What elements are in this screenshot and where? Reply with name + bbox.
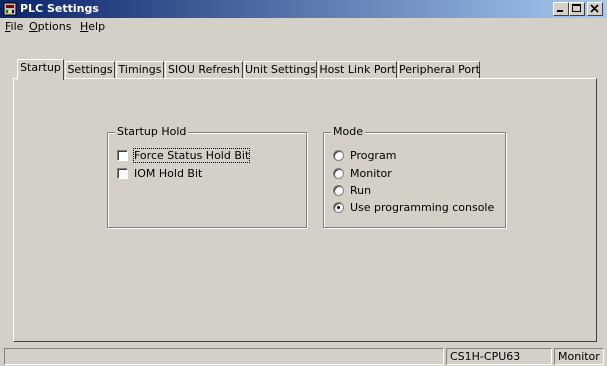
tab-settings[interactable]: Settings bbox=[65, 61, 115, 79]
menu-options-mnemonic: O bbox=[29, 20, 38, 33]
mode-use-programming-console-label: Use programming console bbox=[350, 201, 495, 214]
mode-run-radio[interactable]: Run bbox=[333, 184, 493, 197]
menu-help-label: elp bbox=[88, 20, 106, 33]
force-status-hold-bit-checkbox[interactable]: Force Status Hold Bit bbox=[117, 148, 257, 163]
mode-program-radio[interactable]: Program bbox=[333, 149, 493, 162]
close-icon bbox=[590, 4, 599, 13]
tab-startup[interactable]: Startup bbox=[17, 59, 64, 80]
status-cpu-type: CS1H-CPU63 bbox=[446, 348, 552, 365]
status-operating-mode: Monitor bbox=[554, 348, 604, 365]
tab-settings-label: Settings bbox=[67, 63, 113, 76]
tab-siou-refresh[interactable]: SIOU Refresh bbox=[165, 61, 243, 79]
radio-button-selected[interactable] bbox=[333, 202, 344, 213]
mode-run-label: Run bbox=[350, 184, 372, 197]
tab-host-link-port-label: Host Link Port bbox=[319, 63, 396, 76]
menu-file[interactable]: File bbox=[5, 20, 23, 33]
tab-startup-label: Startup bbox=[20, 61, 61, 74]
checkbox-box[interactable] bbox=[117, 150, 128, 161]
status-pane-empty bbox=[4, 348, 444, 365]
plc-app-icon[interactable] bbox=[3, 2, 17, 16]
tab-host-link-port[interactable]: Host Link Port bbox=[318, 61, 397, 79]
checkbox-box[interactable] bbox=[117, 168, 128, 179]
mode-use-programming-console-radio[interactable]: Use programming console bbox=[333, 201, 503, 214]
tab-peripheral-port[interactable]: Peripheral Port bbox=[398, 61, 480, 79]
menu-file-label: ile bbox=[10, 20, 24, 33]
mode-label: Mode bbox=[331, 125, 365, 138]
tab-unit-settings-label: Unit Settings bbox=[245, 63, 317, 76]
menu-bar: File Options Help bbox=[0, 18, 607, 36]
menu-options-label: ptions bbox=[37, 20, 72, 33]
minimize-icon bbox=[557, 10, 563, 12]
tab-siou-refresh-label: SIOU Refresh bbox=[168, 63, 240, 76]
maximize-icon bbox=[572, 4, 581, 12]
maximize-button[interactable] bbox=[569, 2, 585, 16]
iom-hold-bit-checkbox[interactable]: IOM Hold Bit bbox=[117, 167, 257, 180]
radio-button[interactable] bbox=[333, 168, 344, 179]
mode-group: Mode Program Monitor Run Use programming… bbox=[323, 125, 506, 228]
mode-program-label: Program bbox=[350, 149, 397, 162]
force-status-hold-bit-label: Force Status Hold Bit bbox=[132, 148, 251, 163]
startup-tab-panel: Startup Hold Force Status Hold Bit IOM H… bbox=[13, 78, 597, 342]
mode-monitor-radio[interactable]: Monitor bbox=[333, 167, 493, 180]
tab-peripheral-port-label: Peripheral Port bbox=[399, 63, 480, 76]
startup-hold-group: Startup Hold Force Status Hold Bit IOM H… bbox=[107, 125, 307, 228]
iom-hold-bit-label: IOM Hold Bit bbox=[134, 167, 203, 180]
tab-timings-label: Timings bbox=[118, 63, 162, 76]
radio-button[interactable] bbox=[333, 150, 344, 161]
mode-monitor-label: Monitor bbox=[350, 167, 392, 180]
radio-button[interactable] bbox=[333, 185, 344, 196]
title-bar[interactable]: PLC Settings bbox=[0, 0, 607, 18]
tab-timings[interactable]: Timings bbox=[116, 61, 164, 79]
tab-unit-settings[interactable]: Unit Settings bbox=[244, 61, 317, 79]
startup-hold-label: Startup Hold bbox=[115, 125, 189, 138]
menu-help[interactable]: Help bbox=[80, 20, 105, 33]
window-title: PLC Settings bbox=[20, 2, 99, 15]
close-button[interactable] bbox=[587, 2, 603, 16]
menu-options[interactable]: Options bbox=[29, 20, 71, 33]
minimize-button[interactable] bbox=[553, 2, 569, 16]
